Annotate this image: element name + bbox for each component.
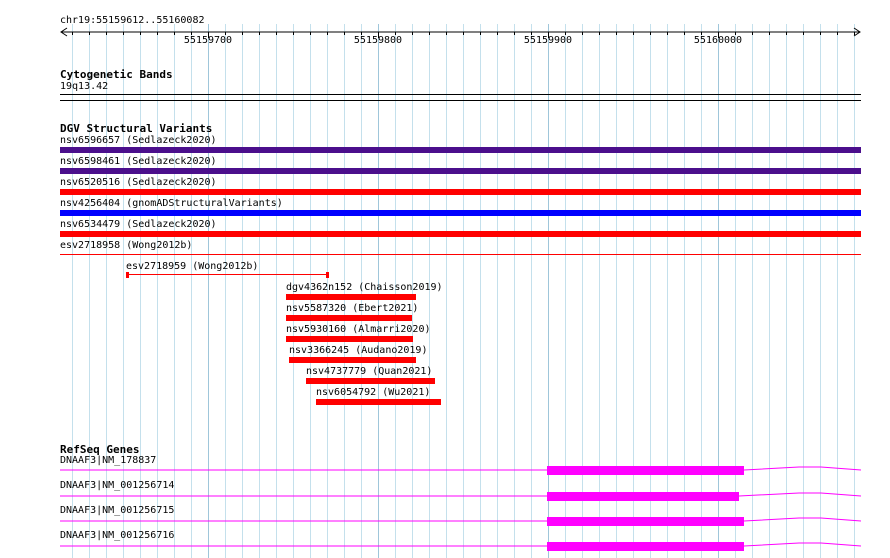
variant-bar[interactable] bbox=[60, 231, 861, 237]
variant-label: nsv6598461 (Sedlazeck2020) bbox=[60, 156, 217, 167]
gene-model[interactable] bbox=[0, 460, 890, 480]
variant-bar[interactable] bbox=[286, 336, 413, 342]
cytoband-label: 19q13.42 bbox=[60, 81, 109, 92]
ruler-tick-label: 55159700 bbox=[183, 35, 233, 46]
track-title-cytobands: Cytogenetic Bands bbox=[60, 68, 173, 81]
variant-label: nsv6596657 (Sedlazeck2020) bbox=[60, 135, 217, 146]
variant-label: nsv5587320 (Ebert2021) bbox=[286, 303, 419, 314]
cytoband-band[interactable] bbox=[60, 94, 861, 95]
ruler-tick-label: 55160000 bbox=[693, 35, 743, 46]
variant-bar[interactable] bbox=[60, 147, 861, 153]
track-title-dgv: DGV Structural Variants bbox=[60, 122, 213, 135]
ruler-tick-label: 55159900 bbox=[523, 35, 573, 46]
variant-label: esv2718959 (Wong2012b) bbox=[126, 261, 259, 272]
gene-model[interactable] bbox=[0, 536, 890, 556]
genome-browser: chr19:55159612..55160082 55159700 551598… bbox=[0, 0, 890, 558]
ruler[interactable] bbox=[0, 24, 890, 46]
variant-end-cap bbox=[126, 272, 129, 278]
variant-label: nsv3366245 (Audano2019) bbox=[289, 345, 428, 356]
variant-line[interactable] bbox=[127, 274, 328, 275]
gene-model[interactable] bbox=[0, 511, 890, 531]
variant-bar[interactable] bbox=[60, 210, 861, 216]
variant-bar[interactable] bbox=[60, 168, 861, 174]
variant-bar[interactable] bbox=[289, 357, 416, 363]
variant-line[interactable] bbox=[60, 254, 861, 255]
variant-label: nsv4256404 (gnomADStructuralVariants) bbox=[60, 198, 283, 209]
variant-bar[interactable] bbox=[286, 315, 412, 321]
variant-label: nsv4737779 (Quan2021) bbox=[306, 366, 433, 377]
variant-label: nsv6534479 (Sedlazeck2020) bbox=[60, 219, 217, 230]
cytoband-band-bottom bbox=[60, 100, 861, 101]
variant-bar[interactable] bbox=[286, 294, 416, 300]
gene-model[interactable] bbox=[0, 486, 890, 506]
ruler-tick-label: 55159800 bbox=[353, 35, 403, 46]
variant-label: dgv4362n152 (Chaisson2019) bbox=[286, 282, 443, 293]
variant-bar[interactable] bbox=[60, 189, 861, 195]
variant-label: nsv5930160 (Almarri2020) bbox=[286, 324, 431, 335]
variant-bar[interactable] bbox=[306, 378, 435, 384]
variant-label: esv2718958 (Wong2012b) bbox=[60, 240, 193, 251]
variant-bar[interactable] bbox=[316, 399, 441, 405]
variant-end-cap bbox=[326, 272, 329, 278]
variant-label: nsv6054792 (Wu2021) bbox=[316, 387, 431, 398]
variant-label: nsv6520516 (Sedlazeck2020) bbox=[60, 177, 217, 188]
